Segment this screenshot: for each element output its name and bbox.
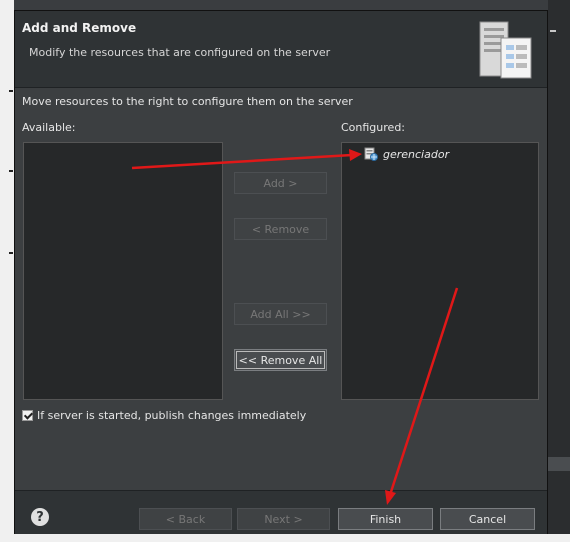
available-list[interactable] <box>23 142 223 400</box>
finish-button[interactable]: Finish <box>338 508 433 530</box>
dialog-subtitle: Modify the resources that are configured… <box>29 46 331 59</box>
instructions-text: Move resources to the right to configure… <box>22 95 353 108</box>
list-item[interactable]: gerenciador <box>364 147 449 161</box>
cancel-button[interactable]: Cancel <box>440 508 535 530</box>
available-label: Available: <box>22 121 76 134</box>
publish-checkbox-label: If server is started, publish changes im… <box>37 409 307 422</box>
add-all-button[interactable]: Add All >> <box>234 303 327 325</box>
dialog-title: Add and Remove <box>22 21 137 35</box>
background-tick <box>9 170 13 172</box>
background-mark <box>550 30 556 32</box>
configured-label: Configured: <box>341 121 406 134</box>
publish-option[interactable]: If server is started, publish changes im… <box>22 409 306 422</box>
configured-item-label: gerenciador <box>383 147 450 161</box>
back-button[interactable]: < Back <box>139 508 232 530</box>
remove-button[interactable]: < Remove <box>234 218 327 240</box>
background-window-right-edge <box>548 0 570 542</box>
web-module-icon <box>364 147 378 161</box>
publish-checkbox[interactable] <box>22 410 33 421</box>
add-remove-dialog: Add and Remove Modify the resources that… <box>14 10 548 534</box>
server-documents-icon <box>479 21 532 79</box>
configured-list[interactable]: gerenciador <box>341 142 539 400</box>
dialog-banner: Add and Remove Modify the resources that… <box>15 11 547 88</box>
next-button[interactable]: Next > <box>237 508 330 530</box>
add-button[interactable]: Add > <box>234 172 327 194</box>
background-window-bottom-edge <box>0 534 570 542</box>
help-icon[interactable]: ? <box>31 508 49 526</box>
background-tick <box>9 90 13 92</box>
background-tick <box>9 252 13 254</box>
background-band <box>548 457 570 471</box>
background-window-left-edge <box>0 0 14 542</box>
remove-all-button[interactable]: << Remove All <box>234 349 327 371</box>
dialog-footer: ? < Back Next > Finish Cancel <box>15 490 547 534</box>
